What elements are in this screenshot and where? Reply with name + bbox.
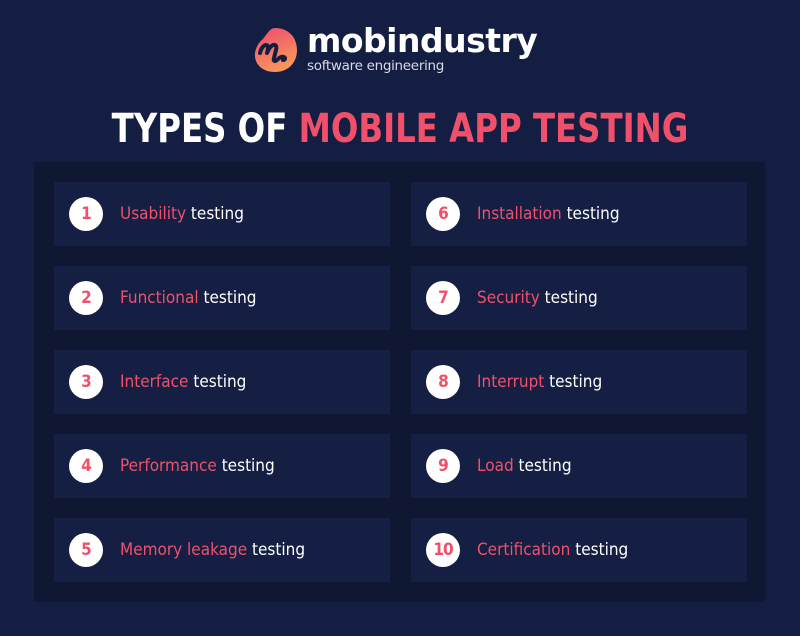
number-badge: 5: [69, 533, 103, 567]
title-part-1: TYPES OF: [111, 106, 288, 152]
mobindustry-logo-icon: [254, 28, 297, 72]
item-highlight: Load: [477, 456, 514, 476]
number-badge: 2: [69, 281, 103, 315]
item-label: Load testing: [477, 456, 572, 476]
brand-name: mobindustry: [307, 21, 538, 60]
list-item: 6 Installation testing: [411, 182, 747, 246]
item-highlight: Usability: [120, 204, 187, 224]
list-item: 7 Security testing: [411, 266, 747, 330]
item-highlight: Interrupt: [477, 372, 545, 392]
page-title: TYPES OF MOBILE APP TESTING: [40, 104, 760, 154]
testing-types-panel: 1 Usability testing 2 Functional testing…: [34, 162, 765, 602]
title-part-2: MOBILE APP TESTING: [298, 106, 689, 152]
list-item: 2 Functional testing: [54, 266, 390, 330]
number-badge: 7: [426, 281, 460, 315]
item-rest: testing: [252, 540, 306, 560]
list-item: 8 Interrupt testing: [411, 350, 747, 414]
item-rest: testing: [518, 456, 572, 476]
number-badge: 6: [426, 197, 460, 231]
item-rest: testing: [203, 288, 257, 308]
item-rest: testing: [575, 540, 629, 560]
item-rest: testing: [566, 204, 620, 224]
item-rest: testing: [549, 372, 603, 392]
brand-tagline: software engineering: [307, 58, 445, 74]
item-highlight: Interface: [120, 372, 189, 392]
brand-logo: mobindustry software engineering: [251, 21, 538, 74]
item-rest: testing: [544, 288, 598, 308]
number-badge: 9: [426, 449, 460, 483]
item-highlight: Functional: [120, 288, 199, 308]
item-highlight: Certification: [477, 540, 571, 560]
item-highlight: Installation: [477, 204, 562, 224]
list-item: 4 Performance testing: [54, 434, 390, 498]
item-label: Installation testing: [477, 204, 620, 224]
item-highlight: Performance: [120, 456, 217, 476]
item-label: Functional testing: [120, 288, 256, 308]
item-label: Interface testing: [120, 372, 246, 392]
list-item: 3 Interface testing: [54, 350, 390, 414]
item-rest: testing: [190, 204, 244, 224]
item-label: Certification testing: [477, 540, 628, 560]
list-item: 9 Load testing: [411, 434, 747, 498]
item-highlight: Memory leakage: [120, 540, 248, 560]
list-item: 10 Certification testing: [411, 518, 747, 582]
number-badge: 10: [426, 533, 460, 567]
list-item: 1 Usability testing: [54, 182, 390, 246]
item-label: Performance testing: [120, 456, 275, 476]
item-label: Interrupt testing: [477, 372, 602, 392]
number-badge: 8: [426, 365, 460, 399]
item-label: Memory leakage testing: [120, 540, 305, 560]
item-rest: testing: [221, 456, 275, 476]
number-badge: 4: [69, 449, 103, 483]
item-rest: testing: [193, 372, 247, 392]
list-item: 5 Memory leakage testing: [54, 518, 390, 582]
number-badge: 1: [69, 197, 103, 231]
number-badge: 3: [69, 365, 103, 399]
item-label: Security testing: [477, 288, 598, 308]
item-highlight: Security: [477, 288, 540, 308]
item-label: Usability testing: [120, 204, 244, 224]
